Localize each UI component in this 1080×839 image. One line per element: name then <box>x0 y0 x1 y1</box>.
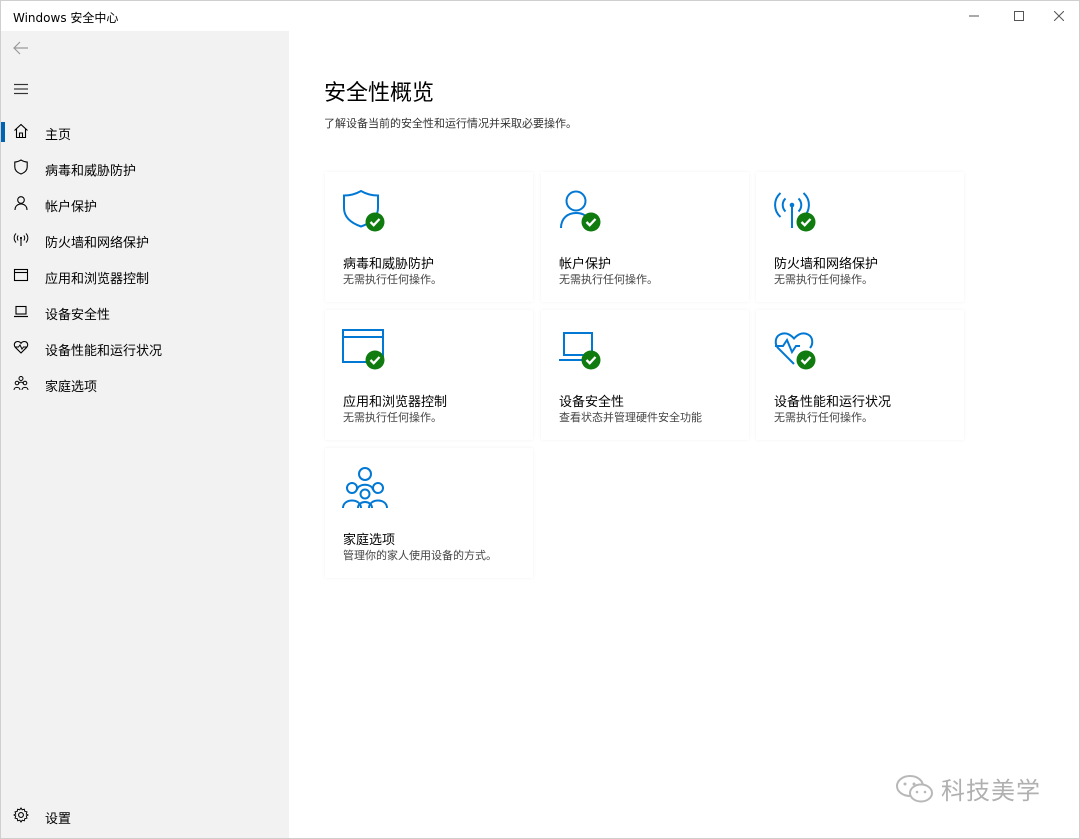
sidebar: 主页 病毒和威胁防护 帐户保护 防火墙和网络保护 应用和浏览器控制 设备安全性 … <box>1 31 289 838</box>
page-title: 安全性概览 <box>324 81 435 106</box>
sidebar-item-home[interactable]: 主页 <box>1 114 289 150</box>
sidebar-item-label: 应用和浏览器控制 <box>45 272 150 287</box>
card-description: 无需执行任何操作。 <box>559 273 658 286</box>
sidebar-item-family-options[interactable]: 家庭选项 <box>1 366 289 402</box>
sidebar-item-virus-protection[interactable]: 病毒和威胁防护 <box>1 150 289 186</box>
sidebar-item-settings[interactable]: 设置 <box>1 797 289 833</box>
family-icon <box>341 464 389 512</box>
window-title: Windows 安全中心 <box>13 11 119 25</box>
main-content: 安全性概览 了解设备当前的安全性和运行情况并采取必要操作。 病毒和威胁防护 无需… <box>289 31 1079 838</box>
card-app-browser-control[interactable]: 应用和浏览器控制 无需执行任何操作。 <box>325 310 533 440</box>
minimize-icon <box>969 15 979 17</box>
close-button[interactable] <box>1036 1 1079 31</box>
family-icon <box>13 375 29 391</box>
title-bar: Windows 安全中心 <box>1 1 1079 31</box>
card-virus-protection[interactable]: 病毒和威胁防护 无需执行任何操作。 <box>325 172 533 302</box>
card-description: 无需执行任何操作。 <box>774 411 873 424</box>
sidebar-item-label: 设备性能和运行状况 <box>45 344 163 359</box>
heart-icon <box>13 339 29 355</box>
gear-icon <box>13 807 29 823</box>
sidebar-item-label: 设备安全性 <box>45 308 111 323</box>
close-icon <box>1054 11 1064 21</box>
card-description: 查看状态并管理硬件安全功能 <box>559 411 702 424</box>
heart-check-icon <box>772 326 820 374</box>
watermark: 科技美学 <box>895 771 1041 806</box>
card-description: 无需执行任何操作。 <box>774 273 873 286</box>
sidebar-item-device-health[interactable]: 设备性能和运行状况 <box>1 330 289 366</box>
card-title: 设备安全性 <box>559 395 625 410</box>
hamburger-menu-icon <box>14 83 28 95</box>
card-title: 病毒和威胁防护 <box>343 257 435 272</box>
laptop-icon <box>13 303 29 319</box>
card-firewall[interactable]: 防火墙和网络保护 无需执行任何操作。 <box>756 172 964 302</box>
person-icon <box>13 195 29 211</box>
maximize-icon <box>1014 11 1024 21</box>
sidebar-item-label: 主页 <box>45 128 72 143</box>
card-description: 管理你的家人使用设备的方式。 <box>343 549 497 562</box>
sidebar-item-label: 病毒和威胁防护 <box>45 164 137 179</box>
sidebar-item-firewall[interactable]: 防火墙和网络保护 <box>1 222 289 258</box>
sidebar-nav: 主页 病毒和威胁防护 帐户保护 防火墙和网络保护 应用和浏览器控制 设备安全性 … <box>1 114 289 402</box>
card-description: 无需执行任何操作。 <box>343 411 442 424</box>
shield-icon <box>13 159 29 175</box>
card-device-health[interactable]: 设备性能和运行状况 无需执行任何操作。 <box>756 310 964 440</box>
card-title: 帐户保护 <box>559 257 612 272</box>
page-subtitle: 了解设备当前的安全性和运行情况并采取必要操作。 <box>324 117 577 130</box>
laptop-check-icon <box>557 326 605 374</box>
back-arrow-icon <box>13 41 28 55</box>
browser-window-check-icon <box>341 326 389 374</box>
sidebar-item-label: 家庭选项 <box>45 380 98 395</box>
sidebar-item-device-security[interactable]: 设备安全性 <box>1 294 289 330</box>
card-title: 家庭选项 <box>343 533 396 548</box>
card-device-security[interactable]: 设备安全性 查看状态并管理硬件安全功能 <box>541 310 749 440</box>
shield-check-icon <box>341 188 389 236</box>
sidebar-item-label: 帐户保护 <box>45 200 98 215</box>
menu-button[interactable] <box>9 78 33 100</box>
sidebar-item-app-browser-control[interactable]: 应用和浏览器控制 <box>1 258 289 294</box>
person-check-icon <box>557 188 605 236</box>
antenna-check-icon <box>772 188 820 236</box>
home-icon <box>13 123 29 139</box>
security-center-window: Windows 安全中心 主页 病毒和威胁防护 帐户保护 防火墙和网络保护 应用… <box>0 0 1080 839</box>
card-title: 防火墙和网络保护 <box>774 257 879 272</box>
sidebar-item-label: 防火墙和网络保护 <box>45 236 150 251</box>
minimize-button[interactable] <box>951 1 997 31</box>
card-account-protection[interactable]: 帐户保护 无需执行任何操作。 <box>541 172 749 302</box>
card-title: 应用和浏览器控制 <box>343 395 448 410</box>
antenna-icon <box>13 231 29 247</box>
sidebar-item-account-protection[interactable]: 帐户保护 <box>1 186 289 222</box>
browser-window-icon <box>13 267 29 283</box>
wechat-icon <box>896 774 933 802</box>
sidebar-item-label: 设置 <box>45 812 72 827</box>
card-description: 无需执行任何操作。 <box>343 273 442 286</box>
card-title: 设备性能和运行状况 <box>774 395 892 410</box>
card-family-options[interactable]: 家庭选项 管理你的家人使用设备的方式。 <box>325 448 533 578</box>
back-button[interactable] <box>9 37 33 59</box>
watermark-text: 科技美学 <box>941 777 1041 805</box>
